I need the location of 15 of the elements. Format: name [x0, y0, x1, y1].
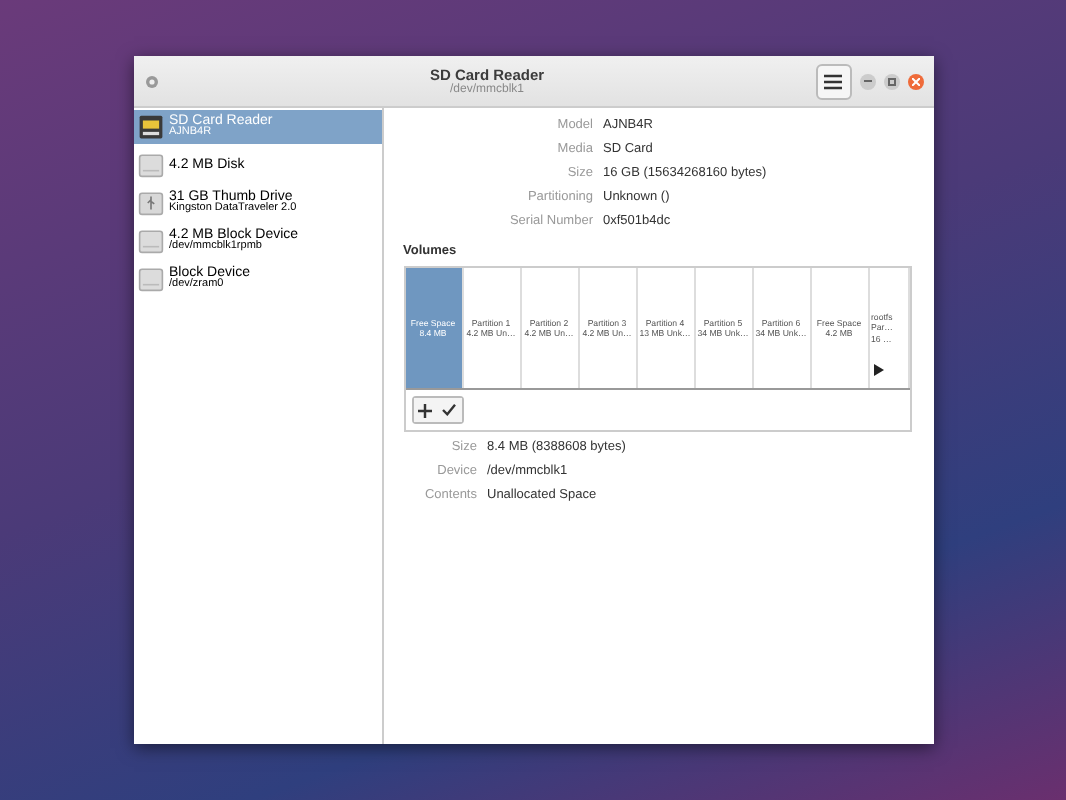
menu-button[interactable]: [815, 63, 851, 99]
maximize-icon: [887, 77, 895, 85]
minimize-button[interactable]: [859, 73, 875, 89]
checkmark-icon: [442, 404, 456, 416]
menu-icon: [824, 73, 842, 89]
settings-icon[interactable]: [143, 73, 159, 89]
usb-drive-icon: [137, 190, 163, 216]
sd-card-icon: [137, 114, 163, 140]
maximize-button[interactable]: [883, 73, 899, 89]
minimize-icon: [863, 80, 871, 82]
add-button[interactable]: [413, 398, 437, 422]
close-button[interactable]: [907, 73, 923, 89]
close-icon: [911, 77, 919, 85]
plus-icon: [418, 403, 432, 417]
check-button[interactable]: [437, 398, 461, 422]
